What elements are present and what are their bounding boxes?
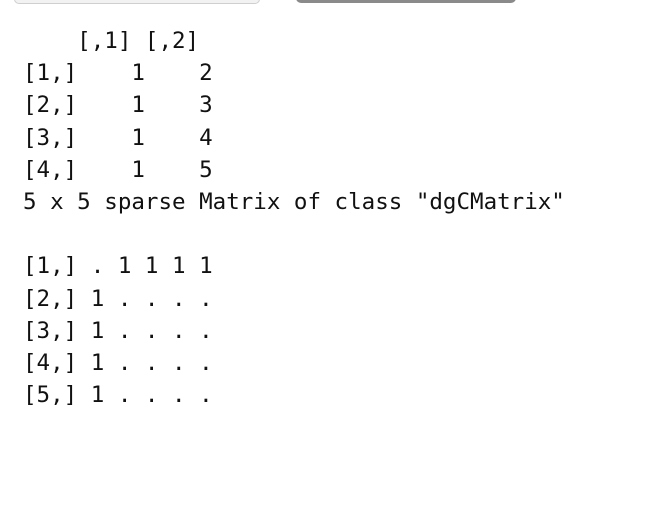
console-output: [,1] [,2] [1,] 1 2 [2,] 1 3 [3,] 1 4 [4,] 1 …	[23, 25, 565, 411]
sparse-matrix-row: [5,] 1 . . . .	[23, 382, 213, 409]
active-tab[interactable]	[296, 0, 516, 3]
sparse-matrix-row: [1,] . 1 1 1 1	[23, 253, 213, 280]
matrix-row: [1,] 1 2	[23, 60, 213, 87]
sparse-matrix-row: [3,] 1 . . . .	[23, 317, 213, 344]
matrix-row: [3,] 1 4	[23, 124, 213, 151]
matrix-column-header: [,1] [,2]	[23, 28, 200, 54]
matrix-row: [4,] 1 5	[23, 156, 213, 183]
sparse-matrix-row: [2,] 1 . . . .	[23, 285, 213, 312]
inactive-tab[interactable]	[14, 0, 260, 4]
sparse-matrix-row: [4,] 1 . . . .	[23, 349, 213, 376]
matrix-row: [2,] 1 3	[23, 92, 213, 119]
sparse-matrix-class-header: 5 x 5 sparse Matrix of class "dgCMatrix"	[23, 188, 565, 215]
